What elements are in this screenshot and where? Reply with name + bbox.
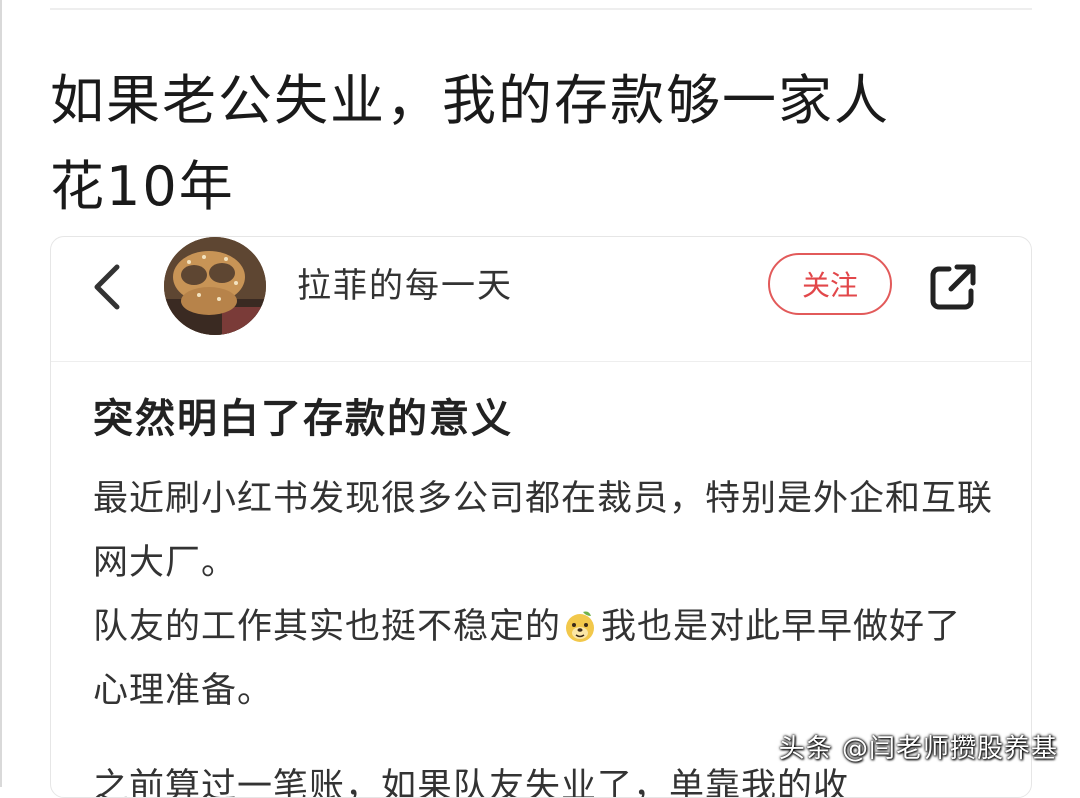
post-sentence: 队友的工作其实也挺不稳定的 <box>93 607 562 647</box>
article-title-line2: 花10年 <box>50 155 235 218</box>
article-title-line1: 如果老公失业，我的存款够一家人 <box>50 69 890 132</box>
post-paragraph: 最近刷小红书发现很多公司都在裁员，特别是外企和互联网大厂。 <box>93 479 994 583</box>
watermark: 头条 @闫老师攒股养基 <box>778 734 1058 764</box>
avatar[interactable] <box>164 237 266 335</box>
article-title: 如果老公失业，我的存款够一家人 花10年 <box>50 58 1040 230</box>
pretzel-avatar-image <box>164 237 266 335</box>
left-edge-divider <box>0 0 2 787</box>
post-title: 突然明白了存款的意义 <box>93 396 513 442</box>
embedded-post-card: 拉菲的每一天 关注 突然明白了存款的意义 最近刷小红书发现很多公司都在裁员，特别… <box>50 236 1032 798</box>
share-button[interactable] <box>925 259 981 315</box>
back-button[interactable] <box>85 259 135 315</box>
chevron-left-icon <box>94 264 120 310</box>
username[interactable]: 拉菲的每一天 <box>297 261 513 311</box>
top-divider <box>50 8 1032 10</box>
share-external-icon <box>930 264 976 310</box>
doge-face-icon <box>566 611 595 642</box>
post-paragraph: 队友的工作其实也挺不稳定的 我也是对此早早做好了心理准备。 <box>93 595 993 723</box>
follow-button[interactable]: 关注 <box>768 253 892 315</box>
post-header: 拉菲的每一天 关注 <box>51 237 1031 362</box>
